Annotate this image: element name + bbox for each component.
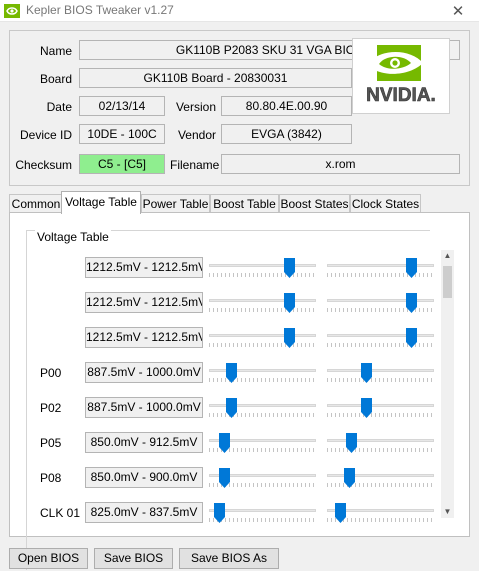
min-voltage-slider[interactable] <box>209 293 316 323</box>
slider-track <box>209 299 316 302</box>
slider-ticks <box>327 413 434 417</box>
board-field: GK110B Board - 20830031 <box>79 68 352 88</box>
max-voltage-slider[interactable] <box>327 398 434 428</box>
filename-field: x.rom <box>221 154 460 174</box>
max-voltage-slider[interactable] <box>327 328 434 358</box>
slider-ticks <box>327 308 434 312</box>
row-label: P08 <box>40 471 62 485</box>
nvidia-logo: NVIDIA. <box>352 38 450 114</box>
slider-track <box>327 474 434 477</box>
save-bios-as-button[interactable]: Save BIOS As <box>179 548 279 569</box>
close-button[interactable]: ✕ <box>443 0 473 22</box>
tab-clock-states[interactable]: Clock States <box>350 194 421 213</box>
logo-wordmark: NVIDIA. <box>366 85 436 106</box>
filename-label: Filename <box>170 158 220 172</box>
board-label: Board <box>39 72 72 86</box>
slider-ticks <box>327 483 434 487</box>
row-label: P05 <box>40 436 62 450</box>
checksum-field: C5 - [C5] <box>79 154 165 174</box>
slider-track <box>209 264 316 267</box>
version-field: 80.80.4E.00.90 <box>221 96 352 116</box>
voltage-range-field: 1212.5mV - 1212.5mV <box>85 327 203 348</box>
min-voltage-slider[interactable] <box>209 328 316 358</box>
date-field: 02/13/14 <box>79 96 165 116</box>
nvidia-eye-icon: NVIDIA. <box>366 45 436 106</box>
nvidia-app-icon <box>4 4 20 18</box>
max-voltage-slider[interactable] <box>327 258 434 288</box>
slider-track <box>327 299 434 302</box>
window-title: Kepler BIOS Tweaker v1.27 <box>26 3 174 17</box>
slider-ticks <box>209 308 316 312</box>
slider-ticks <box>327 378 434 382</box>
row-label: P02 <box>40 401 62 415</box>
tab-boost-table[interactable]: Boost Table <box>210 194 279 213</box>
slider-track <box>209 404 316 407</box>
checksum-label: Checksum <box>15 158 72 172</box>
min-voltage-slider[interactable] <box>209 363 316 393</box>
tab-boost-states[interactable]: Boost States <box>279 194 350 213</box>
slider-ticks <box>327 273 434 277</box>
date-label: Date <box>46 100 72 114</box>
max-voltage-slider[interactable] <box>327 468 434 498</box>
voltage-table-group-label: Voltage Table <box>35 230 111 244</box>
scroll-down-icon[interactable]: ▼ <box>441 506 454 518</box>
voltage-range-field: 1212.5mV - 1212.5mV <box>85 257 203 278</box>
voltage-range-field: 850.0mV - 900.0mV <box>85 467 203 488</box>
tab-voltage-table[interactable]: Voltage Table <box>61 191 141 214</box>
scroll-up-icon[interactable]: ▲ <box>441 250 454 262</box>
name-label: Name <box>39 44 72 58</box>
vertical-scrollbar[interactable]: ▲ ▼ <box>441 250 454 518</box>
slider-track <box>327 439 434 442</box>
open-bios-button[interactable]: Open BIOS <box>9 548 88 569</box>
max-voltage-slider[interactable] <box>327 293 434 323</box>
close-icon: ✕ <box>451 3 465 20</box>
slider-track <box>327 264 434 267</box>
tab-common[interactable]: Common <box>9 194 63 213</box>
voltage-range-field: 887.5mV - 1000.0mV <box>85 362 203 383</box>
scroll-thumb[interactable] <box>443 266 452 298</box>
slider-track <box>327 334 434 337</box>
min-voltage-slider[interactable] <box>209 503 316 533</box>
slider-ticks <box>209 343 316 347</box>
min-voltage-slider[interactable] <box>209 468 316 498</box>
slider-ticks <box>209 518 316 522</box>
voltage-range-field: 887.5mV - 1000.0mV <box>85 397 203 418</box>
max-voltage-slider[interactable] <box>327 363 434 393</box>
slider-ticks <box>327 343 434 347</box>
version-label: Version <box>175 100 216 114</box>
slider-track <box>209 369 316 372</box>
voltage-range-field: 1212.5mV - 1212.5mV <box>85 292 203 313</box>
slider-track <box>209 509 316 512</box>
slider-track <box>327 369 434 372</box>
min-voltage-slider[interactable] <box>209 398 316 428</box>
slider-track <box>327 404 434 407</box>
voltage-range-field: 850.0mV - 912.5mV <box>85 432 203 453</box>
max-voltage-slider[interactable] <box>327 503 434 533</box>
slider-ticks <box>327 448 434 452</box>
device-id-label: Device ID <box>19 128 72 142</box>
min-voltage-slider[interactable] <box>209 258 316 288</box>
max-voltage-slider[interactable] <box>327 433 434 463</box>
tab-power-table[interactable]: Power Table <box>141 194 210 213</box>
slider-ticks <box>209 378 316 382</box>
row-label: P00 <box>40 366 62 380</box>
slider-track <box>209 334 316 337</box>
save-bios-button[interactable]: Save BIOS <box>94 548 173 569</box>
voltage-range-field: 825.0mV - 837.5mV <box>85 502 203 523</box>
voltage-table-panel: 1212.5mV - 1212.5mV 1212.5mV - 1212.5mV 12… <box>9 212 470 570</box>
title-bar: Kepler BIOS Tweaker v1.27 ✕ <box>0 0 479 22</box>
vendor-field: EVGA (3842) <box>221 124 352 144</box>
vendor-label: Vendor <box>177 128 216 142</box>
slider-ticks <box>209 273 316 277</box>
row-label: CLK 01 <box>40 506 81 520</box>
slider-ticks <box>209 413 316 417</box>
min-voltage-slider[interactable] <box>209 433 316 463</box>
device-id-field: 10DE - 100C <box>79 124 165 144</box>
